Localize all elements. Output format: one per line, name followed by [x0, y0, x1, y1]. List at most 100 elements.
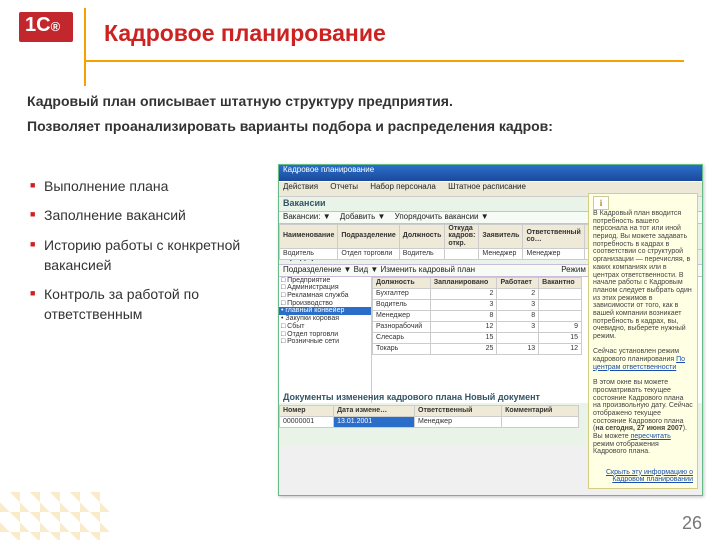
vacancies-table[interactable]: Наименование Подразделение Должность Отк… [279, 224, 622, 260]
toolbar-button[interactable]: Вакансии: ▼ [283, 212, 331, 221]
list-item: Историю работы с конкретной вакансией [30, 235, 260, 285]
list-item: Выполнение плана [30, 176, 260, 205]
cell: Отдел торговли [338, 248, 399, 259]
col-header[interactable]: Откуда кадров: откр. [445, 224, 479, 248]
intro-p2: Позволяет проанализировать варианты подб… [27, 117, 687, 136]
col-header[interactable]: Ответственный со… [523, 224, 584, 248]
cell: Водитель [399, 248, 445, 259]
menu-item[interactable]: Отчеты [330, 182, 358, 191]
col-header[interactable]: Дата измене… [334, 405, 415, 416]
bullet-list: Выполнение плана Заполнение вакансий Ист… [30, 176, 260, 334]
cell: 25 [430, 343, 497, 354]
tip-sidebar: i В Кадровый план вводится потребность в… [588, 193, 698, 489]
cell: Бухгалтер [373, 288, 431, 299]
pane-title: Вакансии [283, 198, 326, 208]
table-row[interactable]: Токарь251312 [373, 343, 582, 354]
tip-text: Сейчас установлен режим кадрового планир… [593, 348, 679, 363]
cell: Водитель [280, 248, 338, 259]
cell: 2 [497, 288, 539, 299]
cell: Токарь [373, 343, 431, 354]
cell [539, 299, 582, 310]
cell: 13.01.2001 [334, 416, 415, 427]
positions-table[interactable]: Должность Запланировано Работает Вакантн… [372, 277, 582, 355]
table-row[interactable]: Водитель Отдел торговли Водитель Менедже… [280, 248, 622, 259]
cell: 8 [430, 310, 497, 321]
tip-body2: Сейчас установлен режим кадрового планир… [593, 348, 693, 371]
tree-item[interactable]: • Закупки коровая [279, 315, 371, 323]
table-row[interactable]: Менеджер88 [373, 310, 582, 321]
col-header[interactable]: Должность [373, 277, 431, 288]
cell: 9 [539, 321, 582, 332]
page-number: 26 [682, 514, 702, 532]
col-header[interactable]: Комментарий [502, 405, 579, 416]
tip-link-recalc[interactable]: пересчитать [631, 433, 671, 440]
cell: 3 [497, 321, 539, 332]
cell [445, 248, 479, 259]
tip-body3: В этом окне вы можете просматривать теку… [593, 379, 693, 456]
tree-item[interactable]: • главный конвейер [279, 307, 371, 315]
tip-hide-link[interactable]: Скрыть эту информацию о Кадровом планиро… [606, 469, 693, 484]
col-header[interactable]: Наименование [280, 224, 338, 248]
cell: Водитель [373, 299, 431, 310]
tip-date: на сегодня, 27 июня 2007 [595, 425, 682, 432]
menu-item[interactable]: Набор персонала [370, 182, 436, 191]
col-header[interactable]: Вакантно [539, 277, 582, 288]
cell [539, 310, 582, 321]
col-header[interactable]: Заявитель [479, 224, 523, 248]
cell: Разнорабочий [373, 321, 431, 332]
cell: 15 [539, 332, 582, 343]
cell [539, 288, 582, 299]
cell: 12 [539, 343, 582, 354]
table-row[interactable]: Разнорабочий1239 [373, 321, 582, 332]
tree-item[interactable]: □ Сбыт [279, 323, 371, 331]
list-item: Заполнение вакансий [30, 205, 260, 234]
cell: 3 [497, 299, 539, 310]
documents-table[interactable]: Номер Дата измене… Ответственный Коммент… [279, 405, 579, 428]
toolbar-button[interactable]: Добавить ▼ [340, 212, 386, 221]
cell: 13 [497, 343, 539, 354]
new-document-link[interactable]: Новый документ [465, 392, 540, 402]
col-header[interactable]: Запланировано [430, 277, 497, 288]
cell: Менеджер [415, 416, 502, 427]
menu-item[interactable]: Действия [283, 182, 318, 191]
cell [497, 332, 539, 343]
cell: 3 [430, 299, 497, 310]
tip-body: В Кадровый план вводится потребность ваш… [593, 210, 693, 341]
tree-item[interactable]: □ Розничные сети [279, 338, 371, 346]
decor-pattern [0, 492, 110, 540]
col-header[interactable]: Номер [280, 405, 334, 416]
pane-title: Документы изменения кадрового плана [283, 392, 462, 402]
col-header[interactable]: Подразделение [338, 224, 399, 248]
app-screenshot: Кадровое планирование Действия Отчеты На… [278, 164, 703, 496]
table-row[interactable]: Водитель33 [373, 299, 582, 310]
cell [502, 416, 579, 427]
tree-item[interactable]: □ Рекламная служба [279, 292, 371, 300]
tree-item[interactable]: □ Отдел торговли [279, 331, 371, 339]
info-icon: i [593, 196, 609, 210]
table-row[interactable]: 00000001 13.01.2001 Менеджер [280, 416, 579, 427]
tree-item[interactable]: □ Предприятие [279, 277, 371, 285]
col-header[interactable]: Работает [497, 277, 539, 288]
cell: Менеджер [479, 248, 523, 259]
toolbar-button[interactable]: Упорядочить вакансии ▼ [395, 212, 489, 221]
toolbar-left[interactable]: Подразделение ▼ Вид ▼ Изменить кадровый … [283, 265, 475, 274]
table-row[interactable]: Слесарь1515 [373, 332, 582, 343]
table-row[interactable]: Бухгалтер22 [373, 288, 582, 299]
tree-item[interactable]: □ Администрация [279, 284, 371, 292]
tip-text: режим отображения Кадрового плана. [593, 441, 659, 456]
col-header[interactable]: Должность [399, 224, 445, 248]
cell: Менеджер [523, 248, 584, 259]
intro-text: Кадровый план описывает штатную структур… [27, 92, 687, 142]
divider-horizontal [84, 60, 684, 62]
intro-p1: Кадровый план описывает штатную структур… [27, 92, 687, 111]
logo-1c: 1C® [19, 12, 73, 48]
divider-vertical [84, 8, 86, 86]
slide-title: Кадровое планирование [104, 22, 386, 45]
col-header[interactable]: Ответственный [415, 405, 502, 416]
cell: Слесарь [373, 332, 431, 343]
cell: 12 [430, 321, 497, 332]
org-tree[interactable]: □ Предприятие □ Администрация □ Рекламна… [279, 277, 372, 403]
menu-item[interactable]: Штатное расписание [448, 182, 526, 191]
list-item: Контроль за работой по ответственным [30, 284, 260, 334]
cell: 15 [430, 332, 497, 343]
